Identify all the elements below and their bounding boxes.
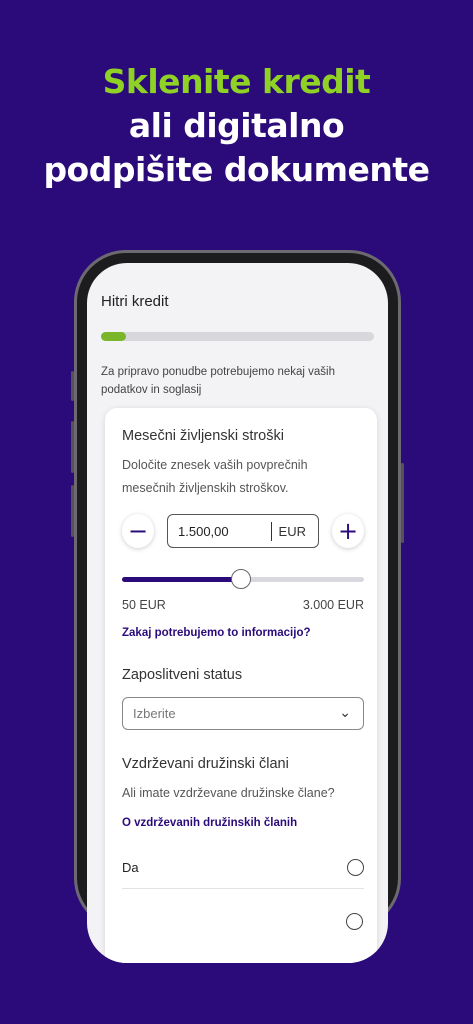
slider-fill: [122, 577, 241, 582]
phone-frame: Hitri kredit Za pripravo ponudbe potrebu…: [71, 250, 404, 963]
dependents-info-link[interactable]: O vzdrževanih družinskih članih: [122, 817, 364, 829]
why-info-link[interactable]: Zakaj potrebujemo to informacijo?: [122, 627, 364, 639]
employment-select[interactable]: Izberite ⌄: [122, 697, 364, 730]
slider-min-label: 50 EUR: [122, 598, 166, 612]
plus-icon: +: [337, 517, 359, 545]
living-costs-description: Določite znesek vaših povprečnih mesečni…: [122, 458, 308, 495]
decrease-button[interactable]: −: [122, 514, 155, 548]
phone-mute-button: [71, 371, 74, 401]
text-caret: [270, 522, 272, 541]
progress-fill: [101, 332, 126, 341]
form-card: Mesečni življenski stroški Določite znes…: [105, 408, 377, 963]
amount-input[interactable]: 1.500,00 EUR: [167, 514, 319, 548]
employment-title: Zaposlitveni status: [122, 667, 243, 683]
option-yes-label: Da: [122, 860, 139, 875]
phone-power-button: [401, 463, 404, 543]
headline-line-2: ali digitalno: [128, 106, 345, 145]
option-yes-radio[interactable]: [347, 859, 364, 876]
app-header: Hitri kredit Za pripravo ponudbe potrebu…: [87, 263, 388, 399]
page-title: Hitri kredit: [101, 293, 169, 310]
currency-label: EUR: [278, 523, 306, 539]
slider-max-label: 3.000 EUR: [302, 598, 364, 612]
chevron-down-icon: ⌄: [339, 704, 351, 720]
progress-bar: [101, 332, 374, 341]
phone-volume-up-button: [71, 421, 74, 473]
living-costs-title: Mesečni življenski stroški: [122, 428, 284, 444]
intro-text: Za pripravo ponudbe potrebujemo nekaj va…: [101, 366, 335, 396]
slider-thumb[interactable]: [230, 569, 251, 589]
headline-line-3: podpišite dokumente: [43, 150, 430, 189]
amount-stepper: − 1.500,00 EUR +: [122, 514, 364, 548]
dependents-title: Vzdrževani družinski člani: [122, 756, 289, 772]
dependents-question: Ali imate vzdrževane družinske člane?: [122, 786, 335, 800]
phone-volume-down-button: [71, 485, 74, 537]
option-yes[interactable]: Da: [122, 859, 364, 889]
increase-button[interactable]: +: [331, 514, 364, 548]
minus-icon: −: [127, 517, 149, 545]
headline-line-1: Sklenite kredit: [102, 62, 371, 101]
amount-value: 1.500,00: [178, 523, 229, 539]
phone-screen: Hitri kredit Za pripravo ponudbe potrebu…: [87, 263, 388, 963]
employment-select-value: Izberite: [133, 706, 176, 721]
slider-range-labels: 50 EUR 3.000 EUR: [122, 598, 364, 612]
option-no-radio[interactable]: [346, 913, 363, 930]
amount-slider[interactable]: [122, 569, 364, 589]
promo-headline: Sklenite kredit ali digitalno podpišite …: [0, 60, 473, 192]
